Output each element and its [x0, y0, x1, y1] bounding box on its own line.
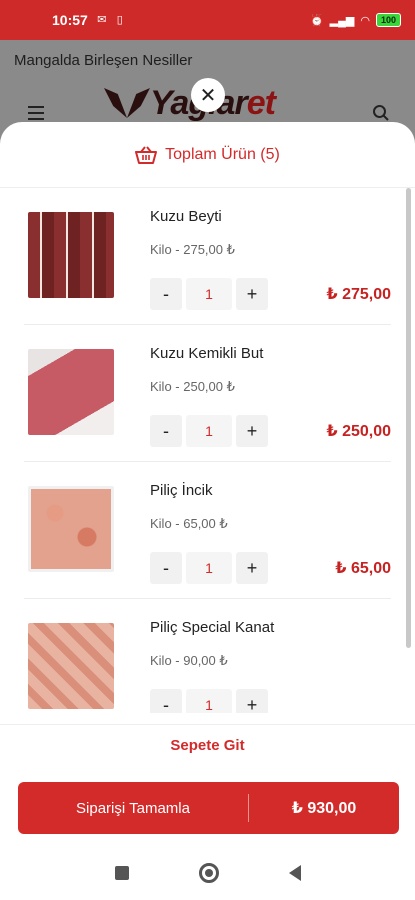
checkout-button[interactable]: Siparişi Tamamla ₺ 930,00	[18, 782, 399, 834]
product-image[interactable]	[28, 486, 114, 572]
cart-header: Toplam Ürün (5)	[0, 122, 415, 188]
cart-item: Kuzu Kemikli But Kilo - 250,00 ₺ - 1 + ₺…	[24, 325, 391, 462]
product-name[interactable]: Kuzu Beyti	[150, 208, 222, 225]
decrease-button[interactable]: -	[150, 278, 182, 310]
wifi-icon: ◠	[360, 14, 370, 27]
cart-item: Kuzu Beyti Kilo - 275,00 ₺ - 1 + ₺ 275,0…	[24, 188, 391, 325]
home-icon[interactable]	[198, 863, 219, 883]
increase-button[interactable]: +	[236, 415, 268, 447]
cart-total-count: Toplam Ürün (5)	[165, 145, 280, 163]
cart-item-list[interactable]: Kuzu Beyti Kilo - 275,00 ₺ - 1 + ₺ 275,0…	[0, 188, 415, 713]
back-icon[interactable]	[288, 865, 301, 881]
search-icon	[373, 105, 389, 121]
item-total: ₺ 275,00	[326, 286, 391, 303]
alarm-icon: ⏰	[309, 14, 324, 27]
cart-item: Piliç İncik Kilo - 65,00 ₺ - 1 + ₺ 65,00	[24, 462, 391, 599]
product-name[interactable]: Piliç İncik	[150, 482, 213, 499]
product-name[interactable]: Piliç Special Kanat	[150, 619, 274, 636]
quantity-stepper: - 1 +	[150, 552, 268, 584]
product-image[interactable]	[28, 623, 114, 709]
product-unit-price: Kilo - 65,00 ₺	[150, 516, 228, 531]
quantity-stepper: - 1 +	[150, 689, 268, 713]
signal-icon: ▂▄▆	[329, 14, 355, 27]
increase-button[interactable]: +	[236, 689, 268, 713]
status-time: 10:57	[52, 12, 88, 28]
quantity-value[interactable]: 1	[186, 278, 232, 310]
quantity-stepper: - 1 +	[150, 415, 268, 447]
increase-button[interactable]: +	[236, 278, 268, 310]
notification-icon: ✉	[97, 14, 107, 26]
product-image[interactable]	[28, 212, 114, 298]
product-unit-price: Kilo - 250,00 ₺	[150, 379, 235, 394]
checkout-label: Siparişi Tamamla	[76, 799, 190, 817]
quantity-value[interactable]: 1	[186, 415, 232, 447]
cart-item: Piliç Special Kanat Kilo - 90,00 ₺ - 1 +	[24, 599, 391, 713]
background-site-title: Mangalda Birleşen Nesiller	[14, 52, 193, 69]
decrease-button[interactable]: -	[150, 415, 182, 447]
go-to-cart-link[interactable]: Sepete Git	[0, 724, 415, 774]
logo-accent: et	[246, 84, 276, 122]
increase-button[interactable]: +	[236, 552, 268, 584]
item-total: ₺ 250,00	[326, 423, 391, 440]
product-name[interactable]: Kuzu Kemikli But	[150, 345, 263, 362]
battery-icon: 100	[375, 13, 401, 27]
logo-bull-icon	[104, 88, 150, 118]
product-unit-price: Kilo - 90,00 ₺	[150, 653, 228, 668]
recent-apps-icon[interactable]	[114, 866, 129, 880]
cart-sheet: Toplam Ürün (5) Kuzu Beyti Kilo - 275,00…	[0, 122, 415, 846]
basket-icon	[135, 145, 158, 164]
scrollbar[interactable]	[406, 188, 411, 648]
quantity-value[interactable]: 1	[186, 689, 232, 713]
checkout-total: ₺ 930,00	[291, 800, 357, 817]
decrease-button[interactable]: -	[150, 552, 182, 584]
site-logo: Yaglaret	[104, 86, 276, 120]
product-unit-price: Kilo - 275,00 ₺	[150, 242, 235, 257]
decrease-button[interactable]: -	[150, 689, 182, 713]
system-nav-bar	[0, 846, 415, 900]
quantity-stepper: - 1 +	[150, 278, 268, 310]
product-image[interactable]	[28, 349, 114, 435]
status-bar: 10:57 ✉ ▯ ⏰ ▂▄▆ ◠ 100	[0, 0, 415, 40]
sim-icon: ▯	[116, 14, 123, 26]
status-right: ⏰ ▂▄▆ ◠ 100	[310, 13, 401, 27]
close-button[interactable]: ✕	[191, 78, 225, 112]
quantity-value[interactable]: 1	[186, 552, 232, 584]
item-total: ₺ 65,00	[335, 560, 391, 577]
